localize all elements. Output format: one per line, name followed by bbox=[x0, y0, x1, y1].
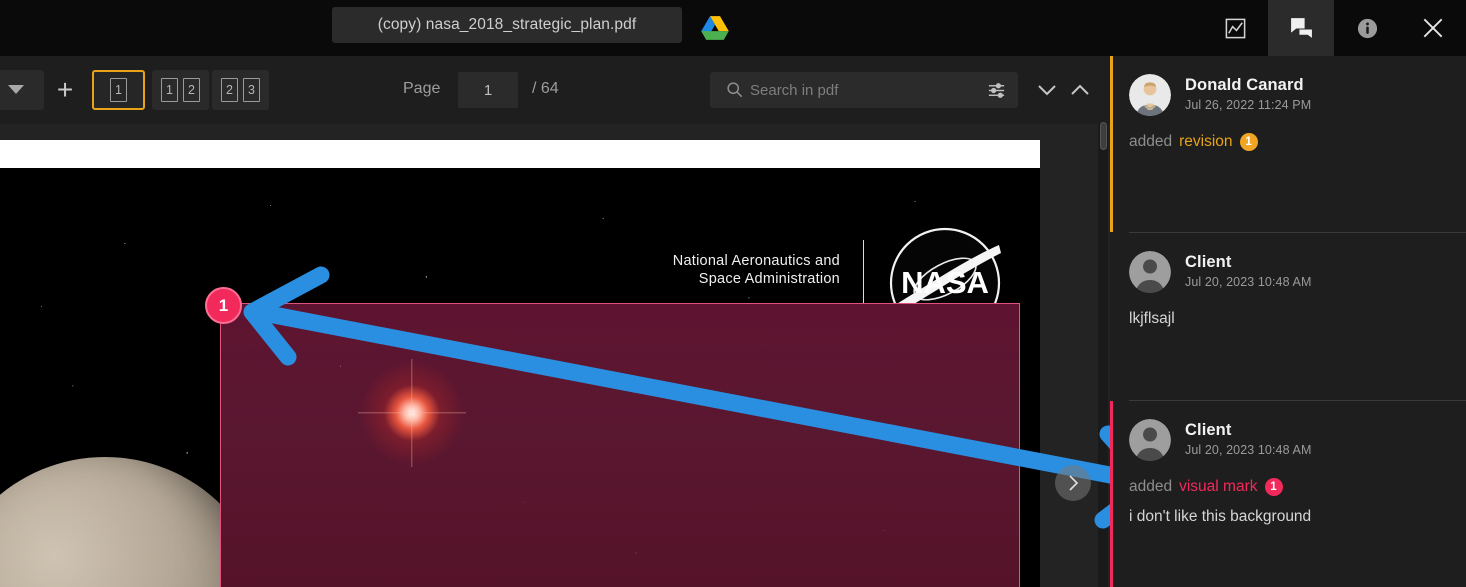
pdf-viewport[interactable]: National Aeronautics and Space Administr… bbox=[0, 124, 1110, 587]
page-thumb: 2 bbox=[221, 78, 238, 102]
comment-author: Client bbox=[1185, 253, 1312, 272]
comment-meta: Client Jul 20, 2023 10:48 AM bbox=[1185, 419, 1312, 457]
page-thumb: 1 bbox=[110, 78, 127, 102]
comments-icon[interactable] bbox=[1268, 0, 1334, 56]
comment-accent-bar bbox=[1110, 401, 1113, 587]
search-input[interactable] bbox=[710, 82, 1018, 99]
avatar bbox=[1129, 74, 1171, 116]
pdf-page: National Aeronautics and Space Administr… bbox=[0, 140, 1040, 587]
pdf-scrollbar-track[interactable] bbox=[1098, 124, 1108, 587]
comment-text: lkjflsajl bbox=[1129, 310, 1446, 328]
nasa-line-1: National Aeronautics and bbox=[0, 252, 840, 270]
marker-number: 1 bbox=[219, 296, 228, 316]
nasa-agency-text: National Aeronautics and Space Administr… bbox=[0, 252, 840, 288]
nasa-line-2: Space Administration bbox=[0, 270, 840, 288]
comment-author: Donald Canard bbox=[1185, 76, 1311, 95]
page-number-input[interactable] bbox=[458, 72, 518, 108]
page-thumb: 2 bbox=[183, 78, 200, 102]
page-thumb: 3 bbox=[243, 78, 260, 102]
comment-meta: Client Jul 20, 2023 10:48 AM bbox=[1185, 251, 1312, 289]
action-verb: added bbox=[1129, 133, 1172, 151]
info-icon[interactable] bbox=[1334, 0, 1400, 56]
comment-timestamp: Jul 26, 2022 11:24 PM bbox=[1185, 98, 1311, 112]
comment-text: i don't like this background bbox=[1129, 508, 1446, 526]
next-match-chevron-down-icon[interactable] bbox=[1030, 74, 1064, 106]
action-badge[interactable]: 1 bbox=[1265, 478, 1283, 496]
overlay-starfield bbox=[221, 304, 1019, 587]
pdf-review-app: (copy) nasa_2018_strategic_plan.pdf bbox=[0, 0, 1466, 587]
title-bar: (copy) nasa_2018_strategic_plan.pdf bbox=[0, 0, 1466, 56]
comment-item[interactable]: Donald Canard Jul 26, 2022 11:24 PM adde… bbox=[1110, 56, 1466, 232]
nasa-wordmark: NASA bbox=[901, 265, 989, 300]
action-verb: added bbox=[1129, 478, 1172, 496]
comment-action: added visual mark 1 bbox=[1129, 478, 1446, 496]
action-type[interactable]: visual mark bbox=[1179, 478, 1257, 496]
comment-header: Client Jul 20, 2023 10:48 AM bbox=[1129, 251, 1446, 293]
page-mode-single[interactable]: 1 bbox=[92, 70, 145, 110]
plus-icon[interactable]: + bbox=[46, 70, 84, 110]
comment-author: Client bbox=[1185, 421, 1312, 440]
comment-header: Client Jul 20, 2023 10:48 AM bbox=[1129, 419, 1446, 461]
comment-action: added revision 1 bbox=[1129, 133, 1446, 151]
close-icon[interactable] bbox=[1400, 0, 1466, 56]
search-icon bbox=[726, 81, 743, 98]
comment-timestamp: Jul 20, 2023 10:48 AM bbox=[1185, 275, 1312, 289]
comment-header: Donald Canard Jul 26, 2022 11:24 PM bbox=[1129, 74, 1446, 116]
action-badge[interactable]: 1 bbox=[1240, 133, 1258, 151]
page-mode-two-page[interactable]: 1 2 bbox=[152, 70, 209, 110]
star-flare bbox=[352, 353, 472, 473]
google-drive-icon bbox=[700, 14, 730, 42]
comment-item[interactable]: Client Jul 20, 2023 10:48 AM lkjflsajl bbox=[1110, 233, 1466, 400]
document-title[interactable]: (copy) nasa_2018_strategic_plan.pdf bbox=[332, 7, 682, 43]
analytics-icon[interactable] bbox=[1202, 0, 1268, 56]
filter-sliders-icon[interactable] bbox=[987, 81, 1006, 100]
visual-mark-marker-1[interactable]: 1 bbox=[205, 287, 242, 324]
action-type[interactable]: revision bbox=[1179, 133, 1232, 151]
panel-collapse-chevron-right-icon[interactable] bbox=[1055, 465, 1091, 501]
avatar bbox=[1129, 251, 1171, 293]
comment-item[interactable]: Client Jul 20, 2023 10:48 AM added visua… bbox=[1110, 401, 1466, 587]
maroon-overlay-box bbox=[220, 303, 1020, 587]
page-thumb: 1 bbox=[161, 78, 178, 102]
chevron-down-icon[interactable] bbox=[0, 70, 44, 110]
comment-meta: Donald Canard Jul 26, 2022 11:24 PM bbox=[1185, 74, 1311, 112]
comment-timestamp: Jul 20, 2023 10:48 AM bbox=[1185, 443, 1312, 457]
pdf-cover-image: National Aeronautics and Space Administr… bbox=[0, 168, 1040, 587]
page-total-label: / 64 bbox=[532, 80, 559, 98]
prev-match-chevron-up-icon[interactable] bbox=[1063, 74, 1097, 106]
comments-panel[interactable]: Donald Canard Jul 26, 2022 11:24 PM adde… bbox=[1110, 56, 1466, 587]
page-mode-two-page-offset[interactable]: 2 3 bbox=[212, 70, 269, 110]
avatar bbox=[1129, 419, 1171, 461]
page-label: Page bbox=[403, 80, 440, 98]
top-action-bar bbox=[1202, 0, 1466, 56]
comment-accent-bar bbox=[1110, 56, 1113, 232]
pdf-scrollbar-thumb[interactable] bbox=[1100, 122, 1107, 150]
search-bar bbox=[710, 72, 1018, 108]
